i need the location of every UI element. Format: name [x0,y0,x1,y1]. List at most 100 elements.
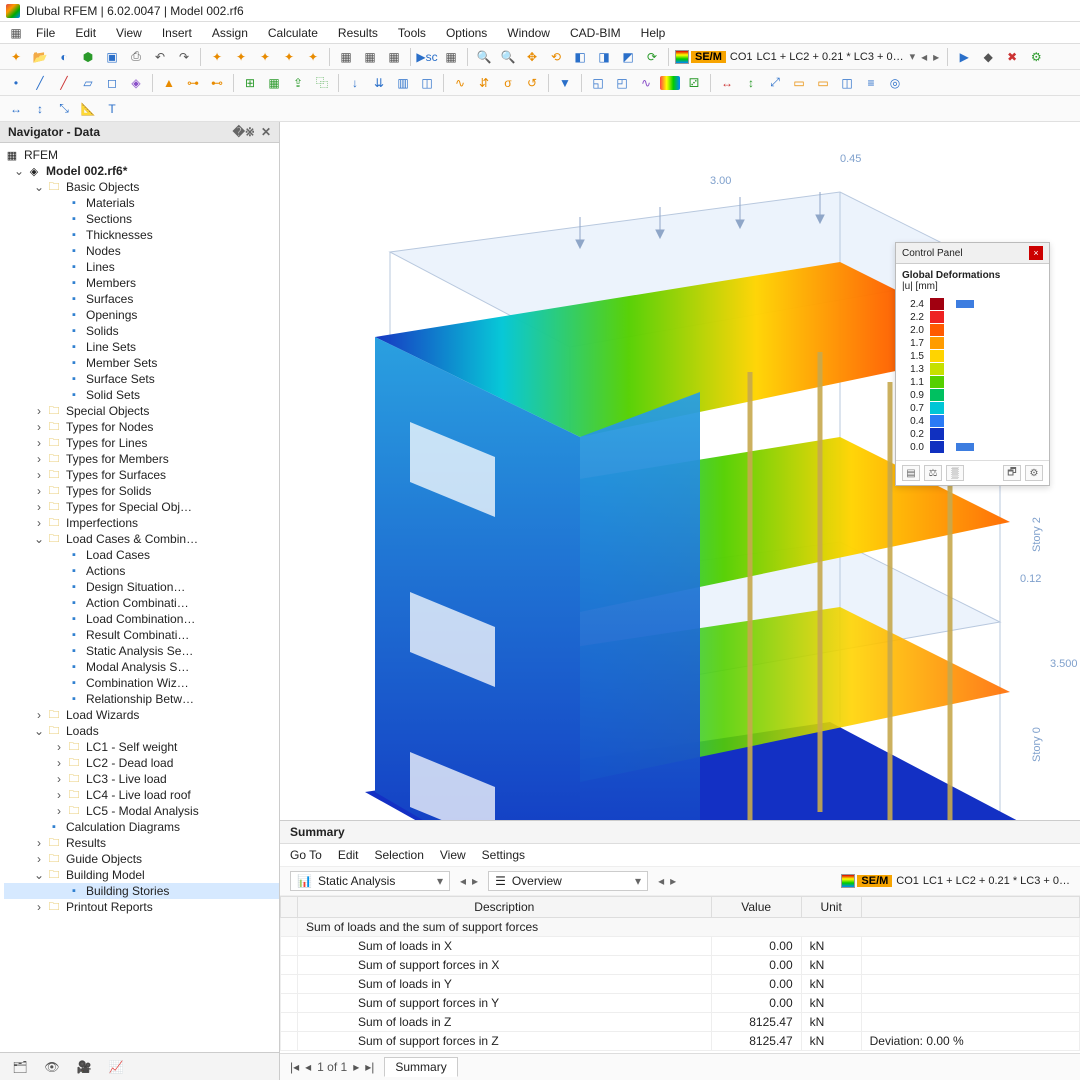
collapse-icon[interactable]: ⌄ [12,164,26,178]
expand-icon[interactable]: › [52,756,66,770]
step1-icon[interactable]: ✦ [207,47,227,67]
expand-icon[interactable]: › [32,468,46,482]
res-moment-icon[interactable]: ↺ [522,73,542,93]
result-nav[interactable]: ◂▸ [656,874,678,888]
table-row[interactable]: Sum of loads in X 0.00 kN [281,937,1080,956]
menu-assign[interactable]: Assign [202,24,258,42]
expand-icon[interactable]: › [32,500,46,514]
load-free-icon[interactable]: ◫ [417,73,437,93]
tree-node[interactable]: ▪Openings [4,307,279,323]
table-c-icon[interactable]: ▦ [384,47,404,67]
tree-node[interactable]: ▪Calculation Diagrams [4,819,279,835]
expand-icon[interactable]: › [32,852,46,866]
config-icon[interactable]: ⚙ [1026,47,1046,67]
cp-tab-colors-icon[interactable]: ▤ [902,465,920,481]
line-icon[interactable]: ╱ [30,73,50,93]
text-icon[interactable]: T [102,99,122,119]
table-row[interactable]: Sum of loads in Y 0.00 kN [281,975,1080,994]
save-icon[interactable]: ▣ [102,47,122,67]
navigator-tree[interactable]: ▦RFEM ⌄◈Model 002.rf6* ⌄🗀Basic Objects▪M… [0,143,279,1052]
anim-icon[interactable]: ∿ [636,73,656,93]
undo-icon[interactable]: ↶ [150,47,170,67]
tree-node[interactable]: ›🗀Types for Special Obj… [4,499,279,515]
pan-icon[interactable]: ✥ [522,47,542,67]
collapse-icon[interactable]: ⌄ [32,868,46,882]
close-icon[interactable]: × [1029,246,1043,260]
tree-node[interactable]: ▪Actions [4,563,279,579]
res-force-icon[interactable]: ⇵ [474,73,494,93]
menu-window[interactable]: Window [497,24,560,42]
tree-node[interactable]: ▪Surface Sets [4,371,279,387]
expand-icon[interactable]: › [52,772,66,786]
tree-node[interactable]: ▪Solid Sets [4,387,279,403]
expand-icon[interactable]: › [52,804,66,818]
tree-node[interactable]: ▪Lines [4,259,279,275]
tree-node[interactable]: ⌄🗀Load Cases & Combin… [4,531,279,547]
col-header[interactable]: Value [711,897,801,918]
menu-options[interactable]: Options [436,24,497,42]
expand-icon[interactable]: › [32,436,46,450]
snap-icon[interactable]: ⊞ [240,73,260,93]
scale-handle-icon[interactable] [956,443,974,451]
menu-edit[interactable]: Edit [65,24,106,42]
tree-node[interactable]: ▪Result Combinati… [4,627,279,643]
expand-icon[interactable]: › [32,452,46,466]
dim-a-icon[interactable]: ↔ [6,99,26,119]
redo-icon[interactable]: ↷ [174,47,194,67]
opening-icon[interactable]: ◻ [102,73,122,93]
nav-tab-views-icon[interactable]: 🎥 [72,1057,96,1077]
summary-menu-selection[interactable]: Selection [375,848,424,862]
tree-node[interactable]: ›🗀LC1 - Self weight [4,739,279,755]
scale-handle-icon[interactable] [956,300,974,308]
load-line-icon[interactable]: ⇊ [369,73,389,93]
summary-menu-go-to[interactable]: Go To [290,848,322,862]
summary-menu-view[interactable]: View [440,848,466,862]
dim-b-icon[interactable]: ↕ [30,99,50,119]
expand-icon[interactable]: › [32,708,46,722]
refresh-icon[interactable]: ⟳ [642,47,662,67]
collapse-icon[interactable]: ⌄ [32,724,46,738]
tree-node[interactable]: ▪Materials [4,195,279,211]
col-header[interactable] [861,897,1079,918]
menu-tools[interactable]: Tools [388,24,436,42]
collapse-icon[interactable]: ⌄ [32,180,46,194]
zoom-fit-icon[interactable]: 🔍 [474,47,494,67]
tree-node[interactable]: ▪Modal Analysis S… [4,659,279,675]
filter-icon[interactable]: ▼ [555,73,575,93]
control-panel[interactable]: Control Panel × Global Deformations |u| … [895,242,1050,486]
tree-node[interactable]: ▪Static Analysis Se… [4,643,279,659]
tree-node[interactable]: ›🗀Special Objects [4,403,279,419]
menu-calculate[interactable]: Calculate [258,24,328,42]
expand-icon[interactable]: › [32,836,46,850]
tree-node[interactable]: ›🗀Types for Solids [4,483,279,499]
tree-node[interactable]: ▪Design Situation… [4,579,279,595]
solid-icon[interactable]: ◈ [126,73,146,93]
cp-tab-factors-icon[interactable]: ⚖ [924,465,942,481]
step3-icon[interactable]: ✦ [255,47,275,67]
load-area-icon[interactable]: ▥ [393,73,413,93]
tree-node[interactable]: ▪Action Combinati… [4,595,279,611]
summary-menu-edit[interactable]: Edit [338,848,359,862]
view-b-icon[interactable]: ◨ [594,47,614,67]
results-table-icon[interactable]: ▦ [441,47,461,67]
extrude-icon[interactable]: ⇪ [288,73,308,93]
tree-node[interactable]: ⌄🗀Basic Objects [4,179,279,195]
menu-file[interactable]: File [26,24,65,42]
run-icon[interactable]: ▶ [954,47,974,67]
tree-node[interactable]: ›🗀LC3 - Live load [4,771,279,787]
tree-node[interactable]: ▪Thicknesses [4,227,279,243]
tree-node[interactable]: ›🗀Load Wizards [4,707,279,723]
section-b-icon[interactable]: ▭ [813,73,833,93]
tree-node[interactable]: ›🗀Types for Lines [4,435,279,451]
menu-results[interactable]: Results [328,24,388,42]
open-icon[interactable]: 📂 [30,47,50,67]
view-c-icon[interactable]: ◩ [618,47,638,67]
menu-insert[interactable]: Insert [152,24,202,42]
res-stress-icon[interactable]: σ [498,73,518,93]
table-row[interactable]: Sum of support forces in X 0.00 kN [281,956,1080,975]
tree-node[interactable]: ›🗀LC5 - Modal Analysis [4,803,279,819]
zoom-window-icon[interactable]: 🔍 [498,47,518,67]
step2-icon[interactable]: ✦ [231,47,251,67]
member-icon[interactable]: ╱ [54,73,74,93]
tree-node[interactable]: ▪Building Stories [4,883,279,899]
